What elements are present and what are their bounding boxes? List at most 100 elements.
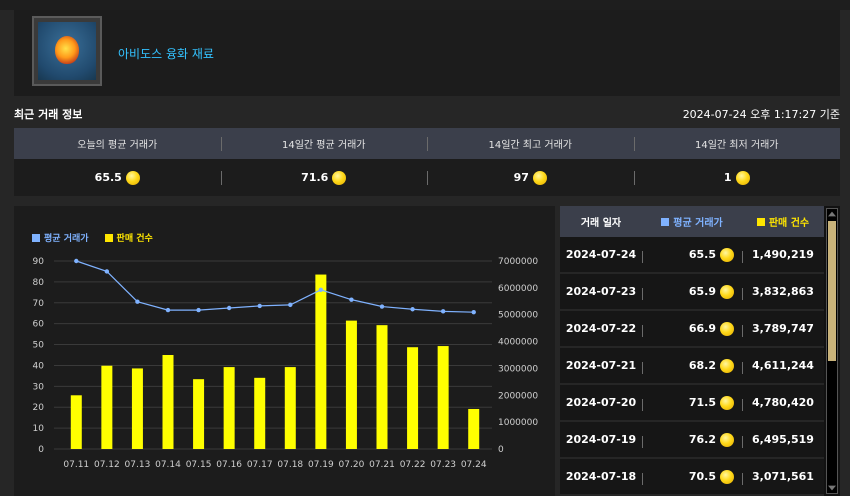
legend-item-volume[interactable]: 판매 건수 (104, 231, 153, 244)
row-volume: 3,832,863 (742, 285, 824, 300)
item-icon-frame[interactable] (32, 16, 102, 86)
y-right-tick-label: 3000000 (498, 364, 538, 374)
row-avg-value: 71.5 (688, 396, 716, 409)
item-icon-background (38, 22, 96, 80)
y-left-tick-label: 50 (33, 341, 45, 351)
stats-value-14d-avg: 71.6 (220, 159, 428, 196)
table-row[interactable]: 2024-07-24 65.5 1,490,219 (560, 237, 824, 274)
stats-value-text: 65.5 (94, 171, 122, 184)
volume-bar (193, 379, 205, 449)
table-row[interactable]: 2024-07-22 66.9 3,789,747 (560, 311, 824, 348)
timestamp: 2024-07-24 오후 1:17:27 기준 (682, 108, 840, 121)
row-volume: 4,780,420 (742, 396, 824, 411)
avg-price-point (74, 258, 79, 264)
y-right-tick-label: 2000000 (498, 391, 538, 401)
x-tick-label: 07.12 (94, 460, 120, 470)
row-date: 2024-07-24 (565, 248, 637, 261)
row-volume: 1,490,219 (742, 248, 824, 263)
legend-label-volume: 판매 건수 (116, 234, 153, 244)
row-avg-price: 68.2 (642, 358, 742, 374)
stats-header-14d-high: 14일간 최고 거래가 (427, 128, 634, 159)
volume-bar (254, 377, 266, 449)
x-tick-label: 07.16 (216, 460, 242, 470)
volume-bar (376, 325, 388, 449)
scroll-up-arrow-icon[interactable] (828, 211, 836, 217)
y-right-tick-label: 5000000 (498, 311, 538, 321)
column-header-date[interactable]: 거래 일자 (560, 206, 642, 237)
avg-price-point (379, 304, 385, 309)
trade-history-table: 거래 일자 평균 거래가 판매 건수 2024-07-24 65.5 1,490… (560, 206, 840, 496)
row-date: 2024-07-23 (565, 285, 637, 298)
legend-swatch-yellow (104, 233, 113, 242)
scroll-down-arrow-icon[interactable] (828, 485, 836, 491)
table-row[interactable]: 2024-07-18 70.5 3,071,561 (560, 459, 824, 496)
y-left-tick-label: 70 (33, 299, 45, 309)
y-left-tick-label: 40 (33, 361, 45, 371)
section-title: 최근 거래 정보 (14, 108, 83, 121)
volume-bar (223, 367, 235, 449)
x-tick-label: 07.13 (125, 460, 151, 470)
row-avg-value: 66.9 (688, 322, 716, 335)
volume-bar (131, 368, 143, 449)
top-strip (0, 0, 850, 10)
row-date: 2024-07-19 (565, 433, 637, 446)
legend-item-avg-price[interactable]: 평균 거래가 (32, 231, 89, 244)
stats-value-today-avg: 65.5 (14, 159, 221, 196)
x-tick-label: 07.14 (155, 460, 181, 470)
gold-coin-icon (720, 321, 734, 336)
table-row[interactable]: 2024-07-19 76.2 6,495,519 (560, 422, 824, 459)
y-right-tick-label: 4000000 (498, 338, 538, 348)
row-volume: 3,071,561 (742, 470, 824, 485)
row-avg-price: 71.5 (642, 395, 742, 411)
volume-bar (437, 346, 449, 449)
y-left-tick-label: 60 (33, 320, 45, 330)
avg-price-point (165, 307, 171, 313)
column-header-avg-price[interactable]: 평균 거래가 (642, 206, 742, 237)
stats-value-14d-low: 1 (633, 159, 841, 196)
x-tick-label: 07.17 (247, 460, 273, 470)
avg-price-point (257, 303, 262, 309)
volume-bar (162, 355, 174, 449)
avg-price-point (349, 297, 354, 302)
x-tick-label: 07.24 (461, 460, 487, 470)
row-volume: 6,495,519 (742, 433, 824, 448)
volume-bar (345, 320, 357, 449)
volume-bar (468, 408, 480, 449)
x-tick-label: 07.23 (430, 460, 456, 470)
avg-price-point (440, 309, 446, 314)
stats-value-14d-high: 97 (427, 159, 634, 196)
row-avg-price: 76.2 (642, 432, 742, 448)
y-right-tick-label: 6000000 (498, 284, 538, 294)
table-row[interactable]: 2024-07-23 65.9 3,832,863 (560, 274, 824, 311)
column-header-volume[interactable]: 판매 건수 (742, 206, 824, 237)
gold-coin-icon (720, 247, 734, 262)
x-tick-label: 07.18 (277, 460, 303, 470)
row-avg-value: 65.5 (688, 248, 716, 261)
stats-value-text: 1 (723, 171, 732, 184)
column-header-avg-label: 평균 거래가 (673, 218, 723, 229)
scrollbar-thumb[interactable] (828, 221, 836, 361)
price-volume-chart-panel: 0 10 20 30 40 50 60 70 80 90 0 1000000 2000000 300000… (14, 206, 555, 496)
legend-swatch-blue (32, 233, 40, 242)
gold-coin-icon (720, 358, 734, 373)
chart-legend: 평균 거래가 판매 건수 (32, 231, 169, 244)
table-row[interactable]: 2024-07-21 68.2 4,611,244 (560, 348, 824, 385)
y-left-tick-label: 30 (33, 382, 45, 392)
x-tick-label: 07.19 (308, 460, 334, 470)
row-date: 2024-07-18 (565, 470, 637, 483)
table-row[interactable]: 2024-07-20 71.5 4,780,420 (560, 385, 824, 422)
volume-bar (315, 274, 327, 449)
price-volume-chart[interactable]: 0 10 20 30 40 50 60 70 80 90 0 1000000 2000000 300000… (14, 206, 555, 496)
row-avg-price: 65.9 (642, 284, 742, 300)
gold-coin-icon (720, 432, 734, 447)
table-scrollbar[interactable] (826, 208, 838, 494)
column-header-volume-label: 판매 건수 (768, 218, 810, 229)
row-avg-value: 65.9 (688, 285, 716, 298)
x-tick-label: 07.22 (400, 460, 426, 470)
gold-coin-icon (720, 469, 734, 484)
stats-header-14d-avg: 14일간 평균 거래가 (220, 128, 428, 159)
abidos-fusion-material-gem-icon (55, 36, 79, 64)
gold-coin-icon (332, 170, 347, 185)
volume-bar (407, 347, 419, 449)
trade-table-header: 거래 일자 평균 거래가 판매 건수 (560, 206, 824, 237)
